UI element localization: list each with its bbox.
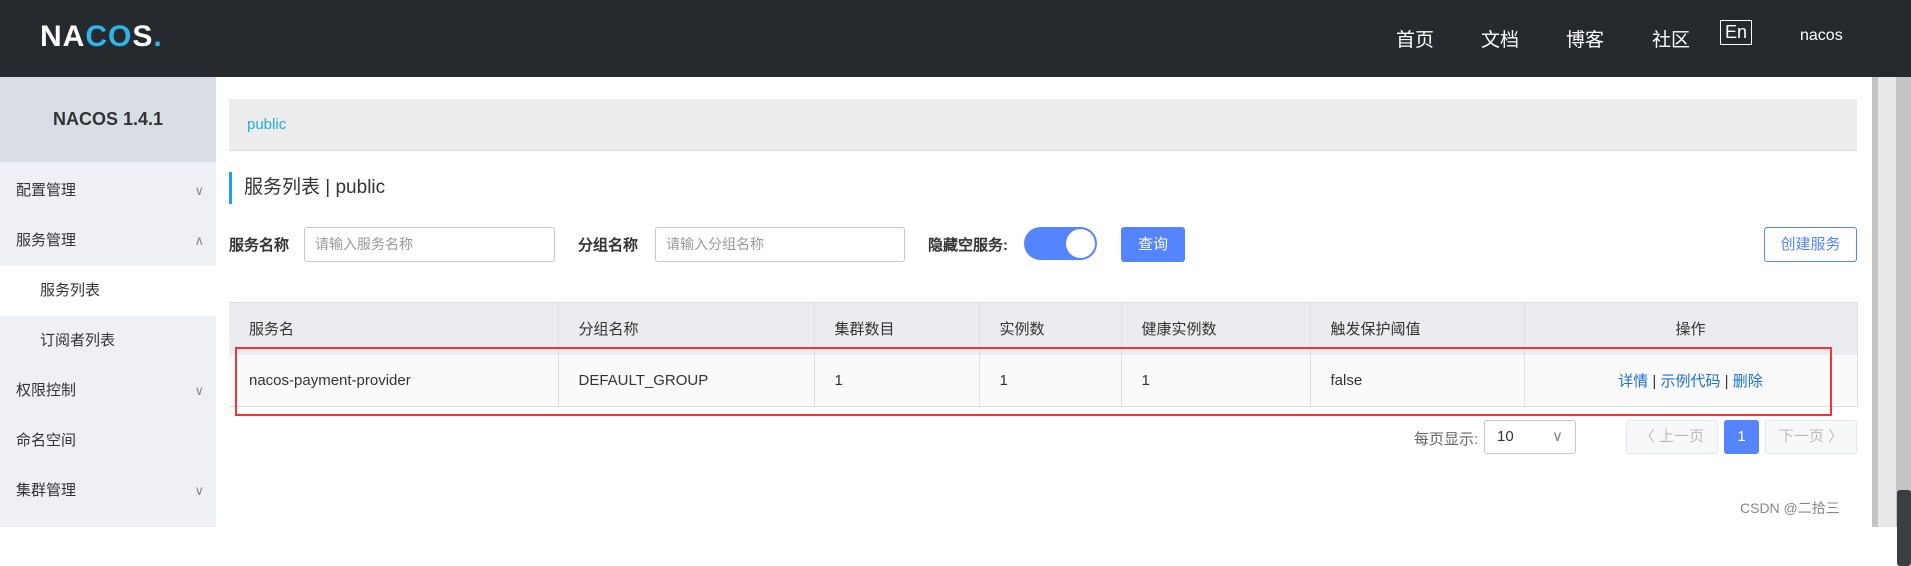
user-menu[interactable]: nacos	[1800, 27, 1843, 45]
chevron-up-icon: ∧	[194, 233, 204, 248]
sidebar-item-cluster[interactable]: 集群管理 ∨	[0, 466, 216, 516]
hide-empty-toggle[interactable]	[1024, 227, 1097, 260]
create-service-button[interactable]: 创建服务	[1764, 227, 1857, 262]
namespace-breadcrumb[interactable]: public	[229, 99, 1857, 151]
chevron-down-icon: ∨	[1552, 428, 1563, 445]
sidebar-item-service[interactable]: 服务管理 ∧	[0, 216, 216, 266]
sidebar-item-label: 集群管理	[16, 482, 77, 499]
sidebar-item-service-list[interactable]: 服务列表	[0, 266, 216, 316]
nav-community[interactable]: 社区	[1652, 25, 1690, 52]
nav-home[interactable]: 首页	[1396, 25, 1434, 52]
nav-docs[interactable]: 文档	[1481, 25, 1519, 52]
sidebar-item-config[interactable]: 配置管理 ∨	[0, 166, 216, 216]
query-button[interactable]: 查询	[1121, 227, 1185, 262]
language-toggle[interactable]: En	[1720, 20, 1753, 45]
page-1-button[interactable]: 1	[1724, 420, 1759, 454]
scrollbar[interactable]	[1872, 77, 1911, 566]
nacos-logo[interactable]: NACOS.	[40, 20, 163, 54]
chevron-down-icon: ∨	[194, 183, 204, 198]
scrollbar-thumb[interactable]	[1897, 490, 1911, 566]
sidebar-item-namespace[interactable]: 命名空间	[0, 416, 216, 466]
next-page-button[interactable]: 下一页 〉	[1765, 420, 1857, 454]
service-name-label: 服务名称	[229, 237, 290, 254]
per-page-value: 10	[1497, 428, 1514, 445]
prev-page-button[interactable]: 〈 上一页	[1626, 420, 1718, 454]
page-title: 服务列表 | public	[229, 172, 385, 204]
top-header	[0, 0, 1911, 77]
hide-empty-label: 隐藏空服务:	[928, 237, 1008, 254]
per-page-label: 每页显示:	[1414, 431, 1479, 448]
sidebar-version-title: NACOS 1.4.1	[0, 77, 216, 162]
sidebar-item-auth[interactable]: 权限控制 ∨	[0, 366, 216, 416]
sidebar-item-label: 权限控制	[16, 382, 77, 399]
sidebar-item-subscribers[interactable]: 订阅者列表	[0, 316, 216, 366]
sidebar-item-label: 配置管理	[16, 182, 77, 199]
per-page-select[interactable]: 10 ∨	[1484, 420, 1576, 454]
watermark: CSDN @二拾三	[1740, 500, 1840, 516]
sidebar-item-label: 服务管理	[16, 232, 77, 249]
chevron-down-icon: ∨	[194, 483, 204, 498]
chevron-down-icon: ∨	[194, 383, 204, 398]
nav-blog[interactable]: 博客	[1566, 25, 1604, 52]
service-name-input[interactable]: 请输入服务名称	[304, 227, 555, 262]
highlight-annotation-box	[235, 347, 1832, 416]
group-name-input[interactable]: 请输入分组名称	[655, 227, 905, 262]
group-name-label: 分组名称	[578, 237, 639, 254]
